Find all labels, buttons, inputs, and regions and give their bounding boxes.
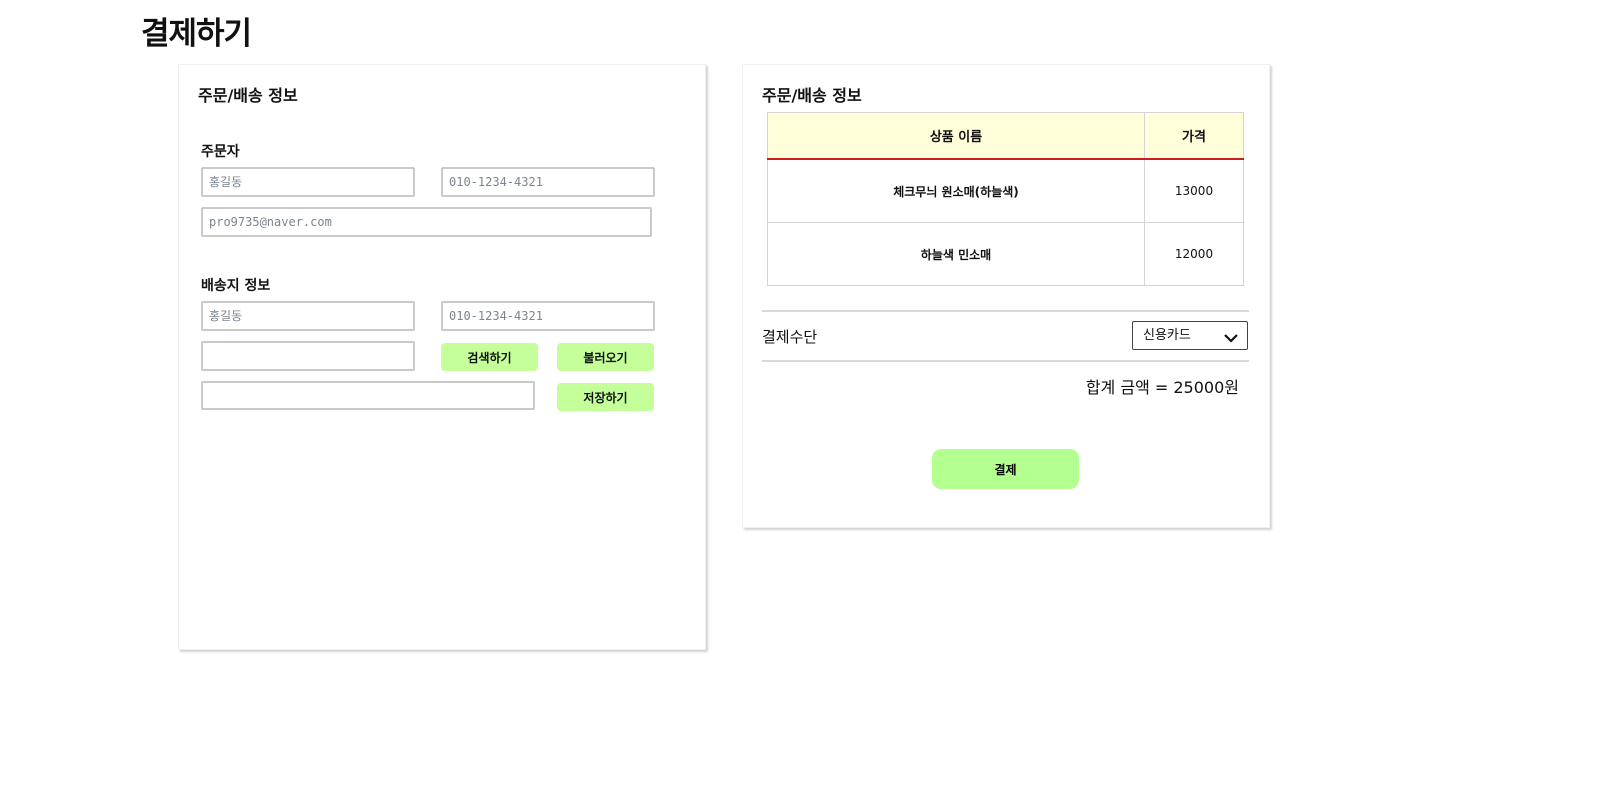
address-detail-input[interactable] bbox=[201, 381, 535, 410]
table-row: 체크무늬 원소매(하늘색) 13000 bbox=[767, 158, 1244, 223]
orderer-name-input[interactable] bbox=[201, 167, 415, 197]
orderer-phone-input[interactable] bbox=[441, 167, 655, 197]
column-header-name: 상품 이름 bbox=[767, 112, 1145, 160]
items-table: 상품 이름 가격 체크무늬 원소매(하늘색) 13000 하늘색 민소매 120… bbox=[767, 112, 1244, 286]
postcode-input[interactable] bbox=[201, 341, 415, 371]
divider-bottom bbox=[762, 360, 1249, 362]
item-price: 13000 bbox=[1144, 158, 1244, 223]
orderer-label: 주문자 bbox=[201, 144, 240, 160]
item-name: 하늘색 민소매 bbox=[767, 222, 1145, 286]
save-address-button[interactable]: 저장하기 bbox=[557, 383, 654, 411]
shipping-label: 배송지 정보 bbox=[201, 278, 271, 294]
payment-method-label: 결제수단 bbox=[762, 328, 818, 346]
payment-method-value: 신용카드 bbox=[1143, 328, 1191, 343]
total-amount: 합계 금액 = 25000원 bbox=[1085, 378, 1239, 397]
load-address-button[interactable]: 불러오기 bbox=[557, 343, 654, 371]
item-name: 체크무늬 원소매(하늘색) bbox=[767, 158, 1145, 223]
item-price: 12000 bbox=[1144, 222, 1244, 286]
address-search-button[interactable]: 검색하기 bbox=[441, 343, 538, 371]
page-title: 결제하기 bbox=[141, 16, 252, 52]
recipient-phone-input[interactable] bbox=[441, 301, 655, 331]
orderer-email-input[interactable] bbox=[201, 207, 652, 237]
order-form-card: 주문/배송 정보 주문자 배송지 정보 검색하기 불러오기 저장하기 bbox=[178, 64, 706, 650]
order-form-title: 주문/배송 정보 bbox=[198, 86, 298, 105]
divider-top bbox=[762, 310, 1249, 312]
order-summary-title: 주문/배송 정보 bbox=[762, 86, 862, 105]
pay-button[interactable]: 결제 bbox=[932, 449, 1079, 489]
chevron-down-icon bbox=[1223, 328, 1239, 343]
order-summary-card: 주문/배송 정보 상품 이름 가격 체크무늬 원소매(하늘색) 13000 하늘… bbox=[742, 64, 1270, 528]
recipient-name-input[interactable] bbox=[201, 301, 415, 331]
table-row: 하늘색 민소매 12000 bbox=[767, 222, 1244, 286]
payment-method-select[interactable]: 신용카드 bbox=[1132, 321, 1248, 350]
column-header-price: 가격 bbox=[1144, 112, 1244, 160]
